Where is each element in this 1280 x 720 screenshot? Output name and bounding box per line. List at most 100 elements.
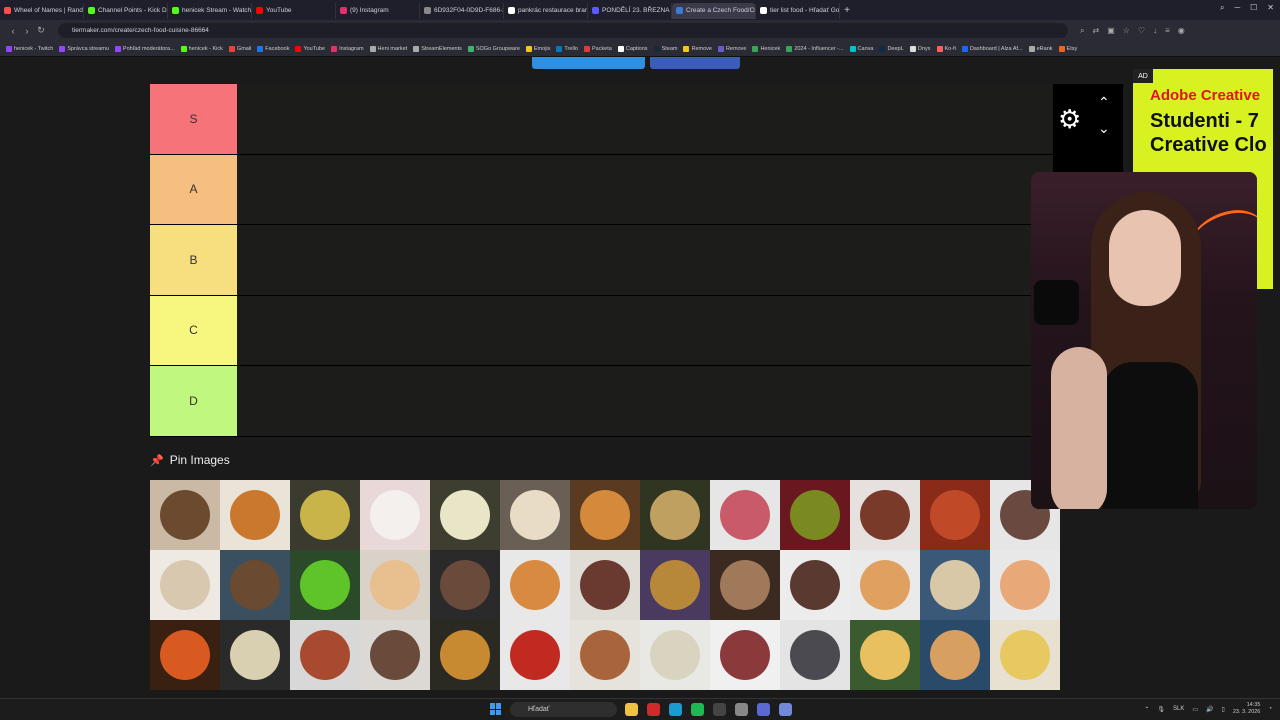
bookmark-item[interactable]: Onyx <box>909 45 931 52</box>
food-image-tile[interactable] <box>570 550 640 620</box>
bookmark-item[interactable]: Etsy <box>1058 45 1077 52</box>
heart-icon[interactable]: ♡ <box>1138 26 1145 36</box>
food-image-tile[interactable] <box>500 620 570 690</box>
taskbar-app-icon[interactable] <box>691 703 704 716</box>
forward-icon[interactable]: › <box>20 26 34 36</box>
search-tabs-icon[interactable]: ⌕ <box>1220 3 1224 13</box>
new-tab-button[interactable]: + <box>840 5 854 16</box>
bookmark-item[interactable]: henicek - Twitch <box>6 45 53 52</box>
food-image-tile[interactable] <box>710 480 780 550</box>
bookmark-item[interactable]: Trello <box>556 45 578 52</box>
bookmark-item[interactable]: YouTube <box>295 45 325 52</box>
food-image-tile[interactable] <box>920 620 990 690</box>
food-image-tile[interactable] <box>780 550 850 620</box>
food-image-tile[interactable] <box>990 550 1060 620</box>
browser-tab[interactable]: PONDĚLÍ 23. BŘEZNA <box>588 2 672 19</box>
tier-label[interactable]: A <box>150 154 237 224</box>
taskbar-app-icon[interactable] <box>779 703 792 716</box>
taskbar-app-icon[interactable] <box>713 703 726 716</box>
bookmark-item[interactable]: Gmail <box>228 45 251 52</box>
bookmark-item[interactable]: DeepL <box>879 45 904 52</box>
bookmark-item[interactable]: Steam <box>653 45 677 52</box>
food-image-tile[interactable] <box>360 620 430 690</box>
taskbar-app-icon[interactable] <box>735 703 748 716</box>
translate-icon[interactable]: ⇄ <box>1092 26 1099 36</box>
food-image-tile[interactable] <box>780 480 850 550</box>
pin-images-toggle[interactable]: 📌 Pin Images <box>150 453 230 467</box>
tier-label[interactable]: S <box>150 84 237 154</box>
browser-tab[interactable]: 6D932F04-0D9D-F686-2 <box>420 2 504 19</box>
microphone-icon[interactable]: 🎙 <box>1157 706 1165 713</box>
notification-icon[interactable]: ◔ <box>1268 706 1272 712</box>
tier-label[interactable]: B <box>150 225 237 295</box>
tier-drop-zone[interactable] <box>237 154 1053 224</box>
food-image-tile[interactable] <box>220 480 290 550</box>
bookmark-item[interactable]: StreamElements <box>413 45 462 52</box>
bookmark-item[interactable]: Správca streamu <box>59 45 109 52</box>
food-image-tile[interactable] <box>150 550 220 620</box>
food-image-tile[interactable] <box>430 550 500 620</box>
bookmark-item[interactable]: Canva <box>849 45 873 52</box>
reload-icon[interactable]: ↻ <box>34 25 48 36</box>
browser-tab[interactable]: henicek Stream - Watch Li <box>168 2 252 19</box>
save-download-button[interactable] <box>532 57 645 69</box>
chevron-up-icon[interactable]: ⌃ <box>1098 94 1110 111</box>
bookmark-item[interactable]: Facebook <box>257 45 289 52</box>
bookmark-item[interactable]: Pohľad moderátora... <box>114 45 175 52</box>
back-icon[interactable]: ‹ <box>6 26 20 36</box>
food-image-tile[interactable] <box>220 620 290 690</box>
battery-icon[interactable]: ▯ <box>1222 706 1225 713</box>
gear-icon[interactable]: ⚙ <box>1058 106 1081 132</box>
food-image-tile[interactable] <box>150 620 220 690</box>
food-image-tile[interactable] <box>850 480 920 550</box>
tier-drop-zone[interactable] <box>237 84 1053 154</box>
url-field[interactable]: tiermaker.com/create/czech-food-cuisine-… <box>58 23 1068 38</box>
zoom-icon[interactable]: ⌕ <box>1080 26 1084 36</box>
food-image-tile[interactable] <box>990 620 1060 690</box>
food-image-tile[interactable] <box>850 620 920 690</box>
food-image-tile[interactable] <box>290 550 360 620</box>
tier-drop-zone[interactable] <box>237 295 1053 365</box>
browser-tab[interactable]: (9) Instagram <box>336 2 420 19</box>
taskbar-app-icon[interactable] <box>625 703 638 716</box>
food-image-tile[interactable] <box>290 620 360 690</box>
close-icon[interactable]: ✕ <box>1267 3 1274 13</box>
taskbar-search-field[interactable]: Hľadať <box>510 702 617 717</box>
food-image-tile[interactable] <box>710 550 780 620</box>
food-image-tile[interactable] <box>220 550 290 620</box>
taskbar-app-icon[interactable] <box>647 703 660 716</box>
browser-tab[interactable]: Channel Points - Kick Dash <box>84 2 168 19</box>
maximize-icon[interactable]: ☐ <box>1250 3 1257 13</box>
chevron-down-icon[interactable]: ⌄ <box>1098 120 1110 137</box>
food-image-tile[interactable] <box>570 480 640 550</box>
bookmark-item[interactable]: 2024 - Influencer -... <box>786 45 844 52</box>
bookmark-item[interactable]: henicek - Kick <box>180 45 223 52</box>
bookmark-item[interactable]: Heni market <box>369 45 407 52</box>
download-icon[interactable]: ↓ <box>1153 26 1157 36</box>
minimize-icon[interactable]: ─ <box>1234 3 1240 13</box>
star-icon[interactable]: ☆ <box>1123 26 1130 36</box>
food-image-tile[interactable] <box>430 480 500 550</box>
food-image-tile[interactable] <box>360 550 430 620</box>
reset-button[interactable] <box>650 57 740 69</box>
bookmark-item[interactable]: Henicek <box>752 45 780 52</box>
food-image-tile[interactable] <box>360 480 430 550</box>
bookmark-item[interactable]: eRank <box>1028 45 1053 52</box>
food-image-tile[interactable] <box>640 550 710 620</box>
taskbar-app-icon[interactable] <box>757 703 770 716</box>
tier-drop-zone[interactable] <box>237 225 1053 295</box>
bookmark-item[interactable]: Remove <box>683 45 712 52</box>
food-image-tile[interactable] <box>500 480 570 550</box>
bookmark-item[interactable]: SOGo Groupware <box>467 45 520 52</box>
food-image-tile[interactable] <box>710 620 780 690</box>
food-image-tile[interactable] <box>920 550 990 620</box>
profile-icon[interactable]: ◉ <box>1178 26 1185 36</box>
browser-tab[interactable]: tier list food - Hľadať Goo <box>756 2 840 19</box>
food-image-tile[interactable] <box>920 480 990 550</box>
food-image-tile[interactable] <box>430 620 500 690</box>
language-indicator[interactable]: SLK <box>1173 706 1184 712</box>
bookmark-item[interactable]: Instagram <box>331 45 364 52</box>
bookmark-item[interactable]: Dashboard | Alza Af... <box>961 45 1023 52</box>
browser-tab[interactable]: pankrác restaurace brambo <box>504 2 588 19</box>
tier-drop-zone[interactable] <box>237 366 1053 436</box>
